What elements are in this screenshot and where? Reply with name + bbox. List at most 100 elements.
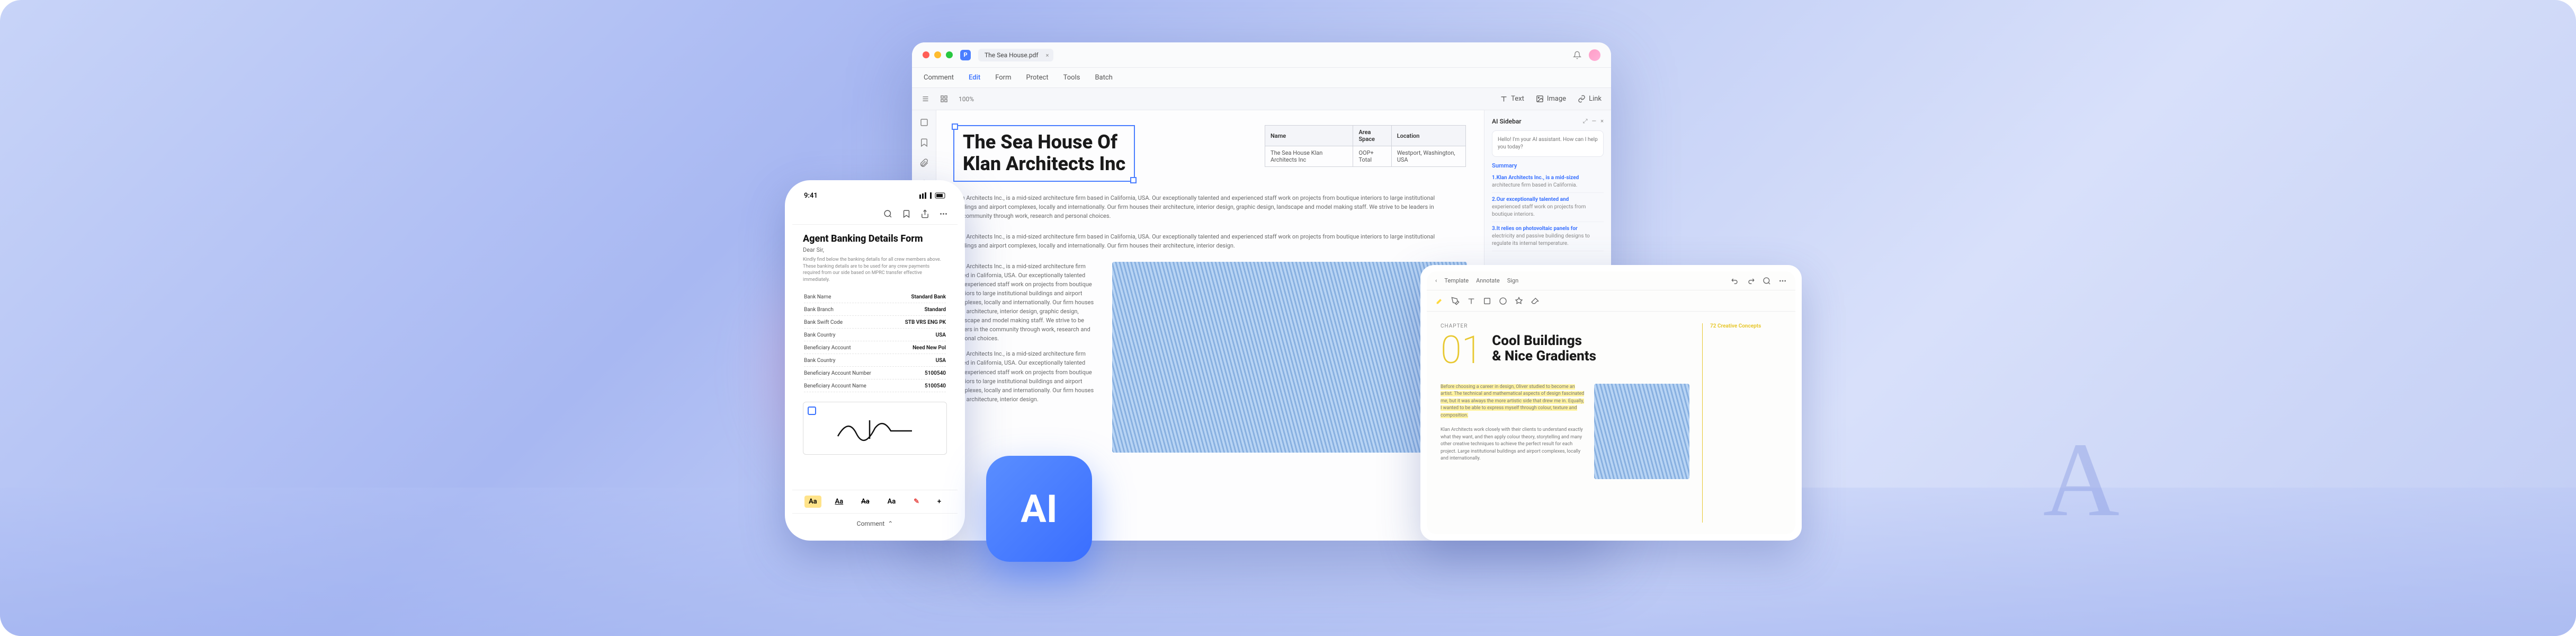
table-row: Beneficiary Account Name5100540 (804, 381, 946, 392)
link-tool[interactable]: Link (1578, 95, 1602, 103)
phone-statusbar: 9:41 (792, 188, 958, 204)
phone-indicators (919, 192, 946, 199)
watermark-letter: A (2043, 419, 2119, 541)
table-row: Bank CountryUSA (804, 330, 946, 341)
bookmarks-icon[interactable] (919, 138, 929, 147)
ai-summary-item[interactable]: 2.Our exceptionally talented andexperien… (1492, 193, 1604, 222)
selection-frame[interactable]: The Sea House Of Klan Architects Inc (953, 125, 1135, 182)
phone-device: 9:41 Agent Banking Details Form Dear Sir… (785, 180, 965, 541)
tab-sign[interactable]: Sign (1507, 277, 1518, 284)
redo-icon[interactable] (1747, 277, 1755, 285)
more-icon[interactable] (1778, 277, 1787, 285)
doc-title-line1: The Sea House Of (963, 131, 1125, 153)
pen-tool[interactable]: ✎ (909, 496, 924, 508)
text-tool[interactable]: Text (1500, 95, 1524, 103)
search-icon[interactable] (1763, 277, 1771, 285)
doc-title-line2: Klan Architects Inc (963, 153, 1125, 175)
pen-icon[interactable] (1451, 297, 1460, 305)
shape-icon[interactable] (1499, 297, 1507, 305)
bell-icon[interactable] (1573, 51, 1581, 59)
tablet-title-l2: & Nice Gradients (1492, 349, 1596, 364)
list-icon[interactable] (922, 95, 929, 103)
table-row: Beneficiary Account Number5100540 (804, 368, 946, 379)
share-icon[interactable] (920, 209, 929, 218)
app-icon: P (960, 50, 971, 60)
table-row: Bank BranchStandard (804, 304, 946, 316)
minimize-dot[interactable] (934, 51, 941, 58)
tablet-toolbar (1427, 290, 1795, 312)
bookmark-icon[interactable] (902, 209, 911, 218)
zoom-level[interactable]: 100% (959, 95, 974, 103)
signature-field[interactable] (803, 402, 947, 455)
text-icon[interactable] (1467, 297, 1475, 305)
tablet-building-image (1594, 384, 1689, 479)
tablet-screen: ‹ Template Annotate Sign (1427, 271, 1795, 534)
menubar: Comment Edit Form Protect Tools Batch (912, 68, 1611, 88)
ai-section-heading: Summary (1492, 162, 1604, 169)
format-underline[interactable]: Aa (830, 496, 847, 508)
building-image (1112, 262, 1467, 453)
add-tool[interactable]: + (933, 496, 945, 508)
ai-sidebar-title: AI Sidebar (1492, 118, 1522, 125)
maximize-dot[interactable] (946, 51, 953, 58)
phone-intro: Kindly find below the banking details fo… (803, 257, 947, 283)
tablet-sidebar: 72 Creative Concepts (1702, 323, 1782, 523)
format-highlight[interactable]: Aa (804, 496, 821, 508)
doc-col-text-1: Klan Architects Inc., is a mid-sized arc… (953, 262, 1096, 343)
titlebar: P The Sea House.pdf × (912, 42, 1611, 68)
highlighter-icon[interactable] (1435, 297, 1444, 305)
tablet-para-1: Before choosing a career in design, Oliv… (1441, 384, 1585, 420)
stamp-icon[interactable] (1515, 297, 1523, 305)
phone-screen: 9:41 Agent Banking Details Form Dear Sir… (792, 188, 958, 533)
back-icon[interactable]: ‹ (1435, 277, 1437, 284)
close-dot[interactable] (923, 51, 929, 58)
doc-col-text-2: Klan Architects Inc., is a mid-sized arc… (953, 349, 1096, 403)
table-row: Bank Swift CodeSTB VRS ENG PK (804, 317, 946, 329)
format-strike[interactable]: Aa (857, 496, 874, 508)
menu-edit[interactable]: Edit (969, 74, 980, 82)
image-tool[interactable]: Image (1536, 95, 1566, 103)
close-icon[interactable]: × (1600, 118, 1604, 125)
note-icon[interactable] (1483, 297, 1491, 305)
grid-icon[interactable] (940, 95, 948, 103)
link-icon (1578, 95, 1586, 103)
signature-checkbox[interactable] (808, 407, 816, 415)
avatar[interactable] (1589, 49, 1600, 61)
tablet-side-heading: 72 Creative Concepts (1710, 323, 1782, 329)
traffic-lights[interactable] (923, 51, 953, 58)
tab-template[interactable]: Template (1444, 277, 1469, 284)
phone-document[interactable]: Agent Banking Details Form Dear Sir, Kin… (792, 225, 958, 490)
more-icon[interactable] (939, 209, 948, 218)
tab-annotate[interactable]: Annotate (1476, 277, 1500, 284)
info-table: NameArea SpaceLocation The Sea House Kla… (1265, 125, 1466, 167)
image-icon (1536, 95, 1544, 103)
tablet-document[interactable]: CHAPTER 01 Cool Buildings & Nice Gradien… (1427, 312, 1795, 534)
chapter-number: 01 (1441, 333, 1482, 368)
tablet-para-2: Klan Architects work closely with their … (1441, 427, 1585, 463)
attachments-icon[interactable] (919, 158, 929, 167)
table-row: Bank NameStandard Bank (804, 292, 946, 303)
minimize-icon[interactable]: — (1592, 118, 1597, 125)
undo-icon[interactable] (1731, 277, 1739, 285)
close-tab-icon[interactable]: × (1046, 52, 1049, 59)
device-stage: P The Sea House.pdf × Comment Edit Form … (785, 42, 1791, 572)
ai-summary-item[interactable]: 1.Klan Architects Inc., is a mid-sizedar… (1492, 171, 1604, 193)
ai-summary-item[interactable]: 3.It relies on photovoltaic panels forel… (1492, 222, 1604, 251)
expand-icon[interactable]: ⤢ (1583, 118, 1588, 125)
menu-protect[interactable]: Protect (1026, 74, 1049, 82)
phone-details-table: Bank NameStandard Bank Bank BranchStanda… (803, 290, 947, 393)
phone-time: 9:41 (804, 192, 818, 200)
format-squiggle[interactable]: Aa (883, 496, 900, 508)
search-icon[interactable] (883, 209, 892, 218)
tablet-device: ‹ Template Annotate Sign (1420, 265, 1802, 541)
file-tab[interactable]: The Sea House.pdf × (978, 49, 1053, 61)
menu-comment[interactable]: Comment (924, 74, 954, 82)
menu-batch[interactable]: Batch (1095, 74, 1112, 82)
menu-form[interactable]: Form (995, 74, 1011, 82)
text-icon (1500, 95, 1508, 103)
thumbnails-icon[interactable] (919, 118, 929, 127)
phone-toolbar (792, 204, 958, 225)
comment-button[interactable]: Comment ⌃ (792, 513, 958, 533)
menu-tools[interactable]: Tools (1063, 74, 1080, 82)
eraser-icon[interactable] (1531, 297, 1539, 305)
